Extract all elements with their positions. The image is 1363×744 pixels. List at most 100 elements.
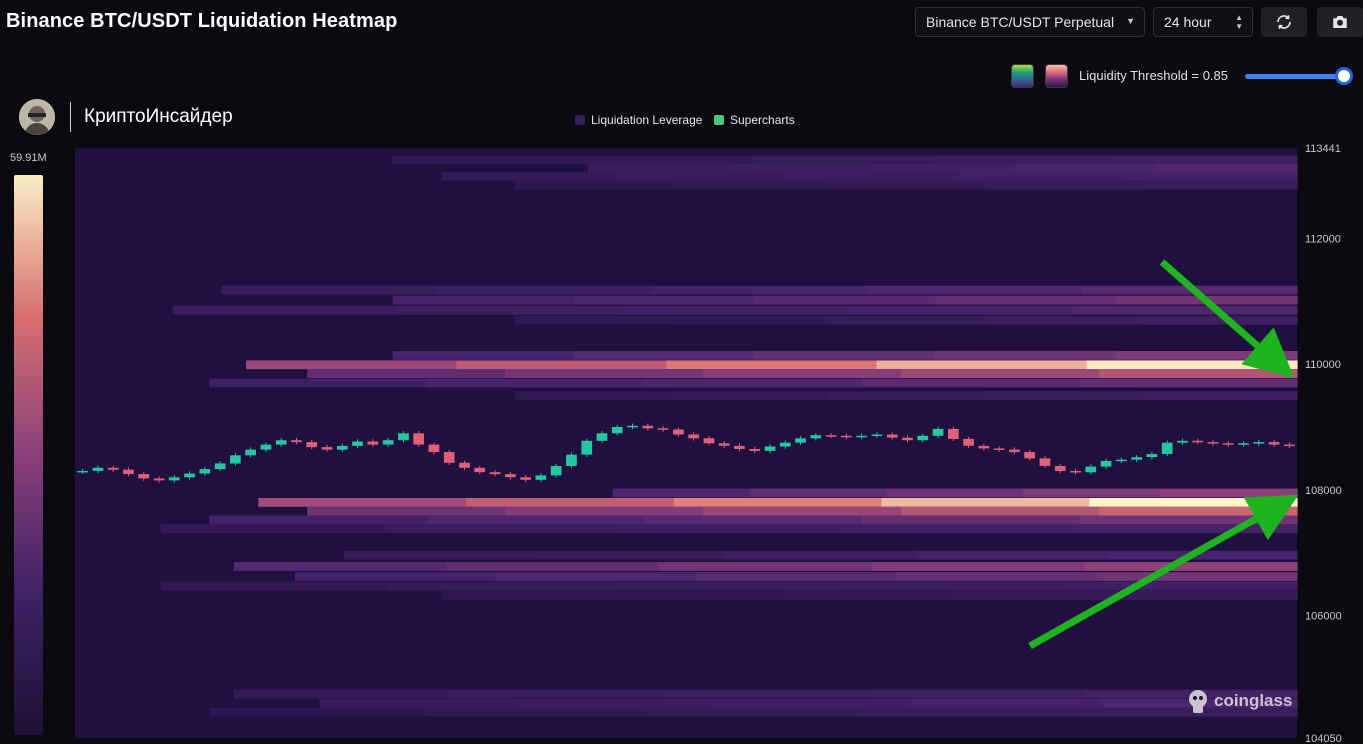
candle-body xyxy=(214,463,226,470)
colorbar-max-label: 59.91M xyxy=(10,152,47,164)
brand-divider xyxy=(70,102,71,132)
candle-body xyxy=(596,433,608,441)
liquidation-band xyxy=(209,515,428,525)
liquidation-band xyxy=(514,391,672,400)
candle-body xyxy=(520,477,531,480)
liquidation-band xyxy=(1079,378,1298,388)
liquidation-band xyxy=(725,550,917,560)
liquidation-band xyxy=(612,591,785,600)
liquidation-band xyxy=(754,351,936,360)
liquidation-band xyxy=(862,515,1081,525)
candle-body xyxy=(123,469,134,475)
candle-body xyxy=(657,428,669,430)
camera-icon xyxy=(1333,16,1347,28)
legend-item-supercharts[interactable]: Supercharts xyxy=(714,113,795,127)
heatmap-chart[interactable]: 59.91M 113441 112000 110000 108000 106000 104… xyxy=(0,140,1363,744)
liquidation-band xyxy=(573,155,756,165)
candle-body xyxy=(168,477,180,481)
liquidation-band xyxy=(695,572,897,581)
liquidation-band xyxy=(387,581,616,591)
candle-body xyxy=(535,475,547,480)
pair-select[interactable]: Binance BTC/USDT Perpetual ▼ xyxy=(915,7,1145,37)
liquidation-band xyxy=(612,488,751,498)
candle-body xyxy=(1284,444,1295,447)
candle-body xyxy=(1268,442,1280,445)
candle-body xyxy=(1253,442,1265,444)
candle-body xyxy=(810,435,822,439)
candle-body xyxy=(474,467,486,473)
candle-body xyxy=(1131,457,1142,460)
candle-body xyxy=(779,442,791,447)
colorbar xyxy=(14,175,43,735)
candle-body xyxy=(978,445,990,449)
liquidation-band xyxy=(935,351,1117,360)
y-tick-label: 113441 xyxy=(1305,143,1341,155)
threshold-slider-track[interactable] xyxy=(1245,74,1347,79)
screenshot-button[interactable] xyxy=(1317,7,1363,37)
candle-body xyxy=(902,437,913,441)
candle-body xyxy=(321,447,333,450)
liquidation-band xyxy=(514,315,672,325)
refresh-button[interactable] xyxy=(1261,7,1307,37)
liquidation-band xyxy=(1116,155,1298,165)
liquidation-band xyxy=(209,707,428,717)
liquidation-band xyxy=(1160,488,1298,498)
candle-body xyxy=(1024,452,1035,459)
liquidation-band xyxy=(827,391,985,400)
liquidation-band xyxy=(307,506,506,516)
liquidation-band xyxy=(1140,391,1298,400)
liquidation-band xyxy=(441,591,614,600)
liquidation-band xyxy=(703,369,902,378)
liquidation-band xyxy=(842,581,1071,591)
liquidation-band xyxy=(862,378,1081,388)
candle-body xyxy=(1222,443,1234,445)
liquidation-band xyxy=(160,581,389,591)
refresh-icon xyxy=(1277,15,1291,29)
liquidation-band xyxy=(644,707,863,717)
liquidation-band xyxy=(441,171,614,181)
y-tick-label: 112000 xyxy=(1305,234,1341,246)
viridis-palette-icon[interactable] xyxy=(1011,64,1034,88)
liquidation-band xyxy=(871,562,1085,571)
candle-body xyxy=(505,474,516,478)
candle-body xyxy=(1146,454,1158,458)
liquidation-band xyxy=(881,498,1090,507)
liquidation-band xyxy=(514,180,672,190)
liquidation-band xyxy=(984,180,1142,190)
candle-body xyxy=(1054,466,1066,471)
candle-body xyxy=(886,434,898,438)
plot-background xyxy=(75,148,1297,738)
liquidation-band xyxy=(1116,351,1298,360)
candle-body xyxy=(841,435,852,438)
range-select[interactable]: 24 hour ▲ ▼ xyxy=(1153,7,1253,37)
liquidation-band xyxy=(612,171,785,181)
liquidation-band xyxy=(426,707,645,717)
chevron-down-icon: ▼ xyxy=(1126,16,1135,26)
liquidation-band xyxy=(505,369,704,378)
liquidation-band xyxy=(209,378,428,388)
y-tick-label: 106000 xyxy=(1305,610,1342,622)
liquidation-band xyxy=(495,572,697,581)
liquidation-band xyxy=(730,163,873,173)
liquidation-band xyxy=(651,285,868,295)
candle-body xyxy=(1192,440,1204,443)
candle-body xyxy=(566,454,577,466)
candle-body xyxy=(688,434,699,439)
threshold-slider-handle[interactable] xyxy=(1335,67,1353,85)
liquidation-band xyxy=(901,369,1100,378)
coinglass-watermark: coinglass xyxy=(1186,688,1292,714)
candle-body xyxy=(77,471,88,473)
y-tick-label: 104050 xyxy=(1305,733,1342,744)
candle-body xyxy=(795,438,806,443)
liquidation-band xyxy=(842,524,1071,534)
liquidation-band xyxy=(935,155,1117,165)
legend-item-liquidation-leverage[interactable]: Liquidation Leverage xyxy=(575,113,702,127)
liquidation-band xyxy=(392,295,575,305)
magma-palette-icon[interactable] xyxy=(1045,64,1068,88)
candle-body xyxy=(260,444,272,450)
liquidation-band xyxy=(1140,315,1298,325)
liquidation-band xyxy=(827,315,985,325)
threshold-label: Liquidity Threshold = 0.85 xyxy=(1079,68,1228,83)
liquidation-band xyxy=(1155,163,1298,173)
candle-body xyxy=(398,433,409,441)
